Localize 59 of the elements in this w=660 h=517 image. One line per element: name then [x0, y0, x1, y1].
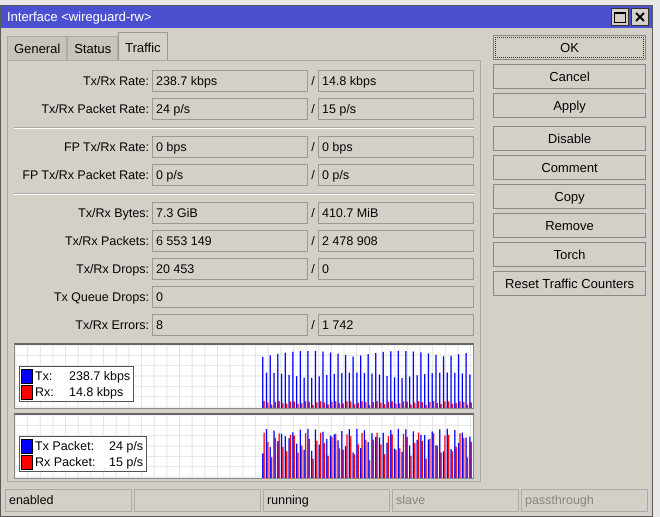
- dialog-button[interactable]: OK: [493, 35, 646, 60]
- window-title: Interface <wireguard-rw>: [7, 8, 153, 26]
- legend-label: Rx Packet:: [35, 454, 96, 471]
- separator-text: /: [310, 72, 316, 90]
- value-field: 1 742: [318, 314, 474, 336]
- value-field: 238.7 kbps: [152, 70, 308, 92]
- value-field: 0 p/s: [318, 164, 474, 186]
- status-cell: slave: [392, 489, 519, 512]
- value-field: 14.8 kbps: [318, 70, 474, 92]
- separator-text: /: [310, 138, 316, 156]
- value-field: 20 453: [152, 258, 308, 280]
- separator-text: /: [310, 100, 316, 118]
- value-field: 410.7 MiB: [318, 202, 474, 224]
- field-label: Tx/Rx Bytes:: [77, 204, 150, 222]
- legend-value: 15 p/s: [109, 454, 144, 471]
- value-field: 24 p/s: [152, 98, 308, 120]
- value-field: 2 478 908: [318, 230, 474, 252]
- tab[interactable]: General: [7, 36, 68, 60]
- value-field: 7.3 GiB: [152, 202, 308, 224]
- status-cell: running: [263, 489, 390, 512]
- value-field: 6 553 149: [152, 230, 308, 252]
- field-label: Tx Queue Drops:: [52, 288, 150, 306]
- field-label: FP Tx/Rx Packet Rate:: [21, 166, 150, 184]
- field-label: FP Tx/Rx Rate:: [63, 138, 150, 156]
- dialog-button[interactable]: Torch: [493, 242, 646, 267]
- legend-label: Tx Packet:: [35, 438, 96, 455]
- value-field: 8: [152, 314, 308, 336]
- status-cell: enabled: [5, 489, 132, 512]
- separator-text: /: [310, 316, 316, 334]
- dialog-button[interactable]: Remove: [493, 213, 646, 238]
- dialog-button[interactable]: Copy: [493, 184, 646, 209]
- tab[interactable]: Status: [67, 36, 118, 60]
- legend-value: 14.8 kbps: [69, 384, 124, 401]
- separator-text: /: [310, 204, 316, 222]
- tab[interactable]: Traffic: [118, 32, 168, 60]
- dialog-button[interactable]: Cancel: [493, 64, 646, 89]
- value-field: 0 p/s: [152, 164, 308, 186]
- dialog-button[interactable]: Disable: [493, 126, 646, 151]
- dialog-button[interactable]: Apply: [493, 93, 646, 118]
- dialog-button[interactable]: Reset Traffic Counters: [493, 271, 646, 296]
- legend-label: Tx:: [35, 368, 54, 385]
- field-label: Tx/Rx Rate:: [82, 72, 150, 90]
- dialog-button[interactable]: Comment: [493, 155, 646, 180]
- separator-text: /: [310, 260, 316, 278]
- legend-label: Rx:: [35, 384, 55, 401]
- value-field: 0 bps: [152, 136, 308, 158]
- field-label: Tx/Rx Errors:: [74, 316, 150, 334]
- field-label: Tx/Rx Packet Rate:: [40, 100, 150, 118]
- field-label: Tx/Rx Drops:: [75, 260, 150, 278]
- legend-value: 24 p/s: [109, 438, 144, 455]
- field-label: Tx/Rx Packets:: [64, 232, 150, 250]
- status-cell: passthrough: [521, 489, 648, 512]
- separator-text: /: [310, 166, 316, 184]
- value-field: 0: [318, 258, 474, 280]
- separator-text: /: [310, 232, 316, 250]
- value-field: 0: [152, 286, 474, 308]
- value-field: 15 p/s: [318, 98, 474, 120]
- value-field: 0 bps: [318, 136, 474, 158]
- legend-value: 238.7 kbps: [69, 368, 130, 385]
